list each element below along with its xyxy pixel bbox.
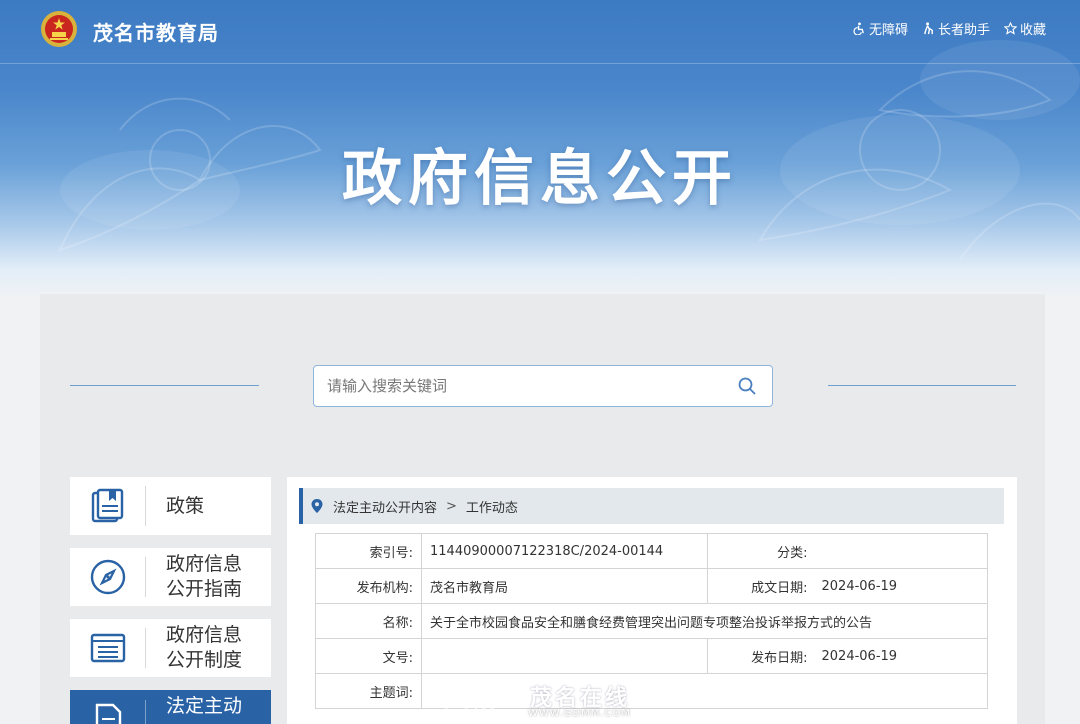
category-value — [815, 533, 988, 569]
sidebar-item-label: 法定主动 — [166, 694, 242, 719]
publish-date-value: 2024-06-19 — [815, 638, 988, 674]
elder-assist-icon — [924, 22, 933, 35]
top-bar: 茂名市教育局 无障碍 长者助手 收藏 — [0, 0, 1080, 64]
accessibility-label: 无障碍 — [868, 23, 908, 38]
publisher-label: 发布机构: — [315, 568, 422, 604]
table-row: 文号: 发布日期: 2024-06-19 — [315, 638, 988, 674]
sidebar-icon-wrap — [70, 628, 146, 668]
doc-number-label: 文号: — [315, 638, 422, 674]
sidebar-label-line1: 政策 — [166, 494, 205, 517]
name-label: 名称: — [315, 603, 422, 639]
written-date-value: 2024-06-19 — [815, 568, 988, 604]
doc-number-value — [421, 638, 708, 674]
elder-assist-label: 长者助手 — [937, 23, 990, 38]
accessibility-icon — [853, 22, 864, 35]
site-title[interactable]: 茂名市教育局 — [93, 17, 219, 46]
list-icon — [90, 633, 125, 663]
publish-date-label: 发布日期: — [707, 638, 816, 674]
search-divider-right — [828, 385, 1016, 386]
sidebar-label-line1: 政府信息 — [166, 553, 243, 575]
written-date-label: 成文日期: — [707, 568, 816, 604]
national-emblem-icon — [41, 11, 77, 47]
table-row: 主题词: — [315, 673, 988, 709]
category-label: 分类: — [707, 533, 816, 569]
search-divider-left — [70, 385, 259, 386]
sidebar-icon-wrap — [70, 486, 146, 526]
elder-assist-link[interactable]: 长者助手 — [922, 19, 990, 38]
table-row: 名称: 关于全市校园食品安全和膳食经费管理突出问题专项整治投诉举报方式的公告 — [315, 603, 988, 639]
name-value: 关于全市校园食品安全和膳食经费管理突出问题专项整治投诉举报方式的公告 — [421, 603, 988, 639]
sidebar-item-disclosure-system[interactable]: 政府信息 公开制度 — [70, 619, 271, 677]
subject-label: 主题词: — [315, 673, 422, 709]
breadcrumb: 法定主动公开内容 > 工作动态 — [299, 488, 1004, 524]
sidebar-item-label: 政府信息 公开制度 — [166, 623, 242, 673]
hero-title: 政府信息公开 — [342, 144, 738, 214]
search-input[interactable] — [314, 366, 714, 406]
document-info-table: 索引号: 11440900007122318C/2024-00144 分类: 发… — [315, 533, 988, 709]
sidebar-label-line2: 公开指南 — [166, 578, 243, 600]
publisher-value: 茂名市教育局 — [421, 568, 708, 604]
index-value: 11440900007122318C/2024-00144 — [421, 533, 708, 569]
watermark-url: WWW.GDMM.COM — [528, 708, 632, 719]
location-pin-icon — [311, 499, 323, 513]
file-icon — [95, 703, 121, 724]
breadcrumb-separator: > — [446, 498, 457, 514]
sidebar-item-statutory-disclosure[interactable]: 法定主动 — [70, 690, 271, 724]
index-label: 索引号: — [315, 533, 422, 569]
search-box — [313, 365, 773, 407]
star-icon — [1003, 22, 1017, 35]
favorite-label: 收藏 — [1019, 23, 1046, 38]
breadcrumb-level-2[interactable]: 工作动态 — [466, 497, 518, 516]
table-row: 索引号: 11440900007122318C/2024-00144 分类: — [315, 533, 988, 569]
favorite-link[interactable]: 收藏 — [1003, 19, 1046, 38]
sidebar-item-label: 政府信息 公开指南 — [166, 552, 242, 602]
banner: 茂名市教育局 无障碍 长者助手 收藏 政府信息公开 — [0, 0, 1080, 300]
sidebar-item-disclosure-guide[interactable]: 政府信息 公开指南 — [70, 548, 271, 606]
compass-icon — [90, 559, 125, 595]
sidebar-label-line1: 法定主动 — [166, 695, 243, 717]
table-row: 发布机构: 茂名市教育局 成文日期: 2024-06-19 — [315, 568, 988, 604]
sidebar-item-policy[interactable]: 政策 — [70, 477, 271, 535]
search-icon[interactable] — [737, 376, 757, 396]
accessibility-link[interactable]: 无障碍 — [853, 19, 908, 38]
sidebar-label-line2: 公开制度 — [166, 649, 243, 671]
document-icon — [91, 488, 123, 523]
sidebar-item-label: 政策 — [166, 494, 204, 519]
header-tools: 无障碍 长者助手 收藏 — [853, 19, 1046, 38]
breadcrumb-level-1[interactable]: 法定主动公开内容 — [333, 497, 437, 516]
sidebar-icon-wrap — [70, 700, 146, 724]
sidebar-label-line1: 政府信息 — [166, 624, 243, 646]
sidebar-icon-wrap — [70, 557, 146, 597]
